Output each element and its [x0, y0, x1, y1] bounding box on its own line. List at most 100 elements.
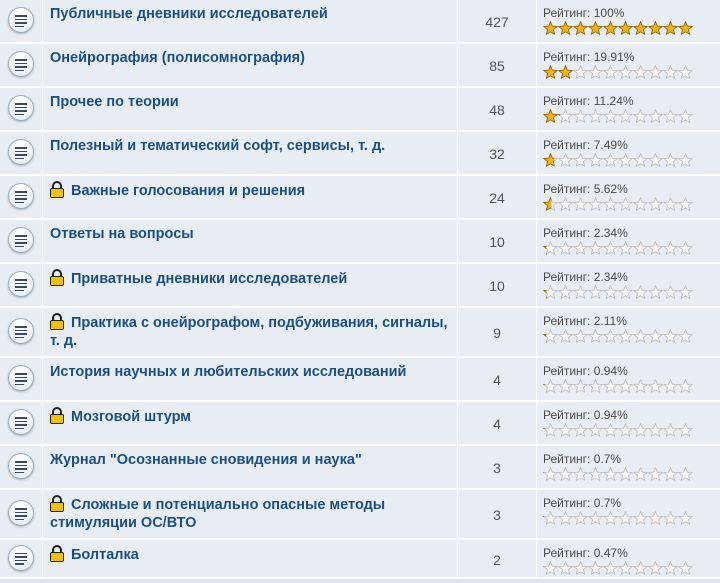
forum-title-cell: Мозговой штурм [43, 402, 458, 444]
topic-count: 9 [458, 308, 537, 356]
star-icon [603, 467, 618, 481]
star-icon [558, 467, 573, 481]
rating-text: Рейтинг: 100% [543, 6, 720, 20]
star-icon [678, 329, 693, 343]
rating-stars [543, 511, 720, 525]
rating-text: Рейтинг: 2.34% [543, 226, 720, 240]
star-icon [573, 153, 588, 167]
forum-row: Прочее по теории 48 Рейтинг: 11.24% [0, 88, 720, 132]
forum-title-link[interactable]: Сложные и потенциально опасные методы ст… [50, 497, 385, 531]
star-icon [618, 65, 633, 79]
star-icon [618, 153, 633, 167]
star-icon [603, 379, 618, 393]
rating-percent: 5.62% [593, 182, 628, 196]
topic-count: 48 [458, 88, 537, 130]
star-icon [588, 65, 603, 79]
star-icon [633, 241, 648, 255]
star-icon [603, 285, 618, 299]
star-icon [648, 241, 663, 255]
star-icon [603, 153, 618, 167]
forum-title-cell: Важные голосования и решения [43, 176, 458, 218]
star-icon [543, 423, 558, 437]
star-icon [558, 197, 573, 211]
star-icon [663, 423, 678, 437]
rating-label: Рейтинг: [543, 6, 594, 20]
forum-row: Журнал "Осознанные сновидения и наука" 3… [0, 446, 720, 490]
rating-label: Рейтинг: [543, 182, 594, 196]
star-icon [573, 109, 588, 123]
star-icon [618, 423, 633, 437]
topic-count: 4 [458, 358, 537, 400]
forum-title-link[interactable]: Мозговой штурм [71, 409, 191, 425]
forum-title-link[interactable]: Публичные дневники исследователей [50, 6, 328, 22]
star-icon [678, 241, 693, 255]
rating-cell: Рейтинг: 0.7% [537, 490, 720, 538]
star-icon [588, 561, 603, 575]
rating-cell: Рейтинг: 5.62% [537, 176, 720, 218]
star-icon [603, 21, 618, 35]
forum-title-cell: Публичные дневники исследователей [43, 0, 458, 42]
forum-row: Ответы на вопросы 10 Рейтинг: 2.34% [0, 220, 720, 264]
lock-icon [50, 181, 64, 198]
rating-label: Рейтинг: [543, 452, 594, 466]
lock-icon [50, 313, 64, 330]
star-icon [618, 21, 633, 35]
star-icon [648, 423, 663, 437]
star-icon [633, 21, 648, 35]
forum-title-link[interactable]: Онейрография (полисомнография) [50, 50, 305, 66]
star-icon [573, 329, 588, 343]
star-icon [678, 423, 693, 437]
star-icon [543, 109, 558, 123]
star-icon [588, 379, 603, 393]
rating-percent: 100% [593, 6, 625, 20]
topic-icon-cell [0, 540, 43, 577]
star-icon [633, 153, 648, 167]
rating-percent: 11.24% [593, 94, 634, 108]
star-icon [543, 65, 558, 79]
forum-title-link[interactable]: История научных и любительских исследова… [50, 364, 406, 380]
star-icon [558, 379, 573, 393]
topic-document-icon [8, 139, 34, 165]
topic-count: 10 [458, 220, 537, 262]
star-icon [678, 561, 693, 575]
forum-row: Практика с онейрографом, подбуживания, с… [0, 308, 720, 358]
star-icon [573, 197, 588, 211]
rating-stars [543, 65, 720, 79]
star-icon [633, 467, 648, 481]
rating-cell: Рейтинг: 11.24% [537, 88, 720, 130]
topic-document-icon [8, 51, 34, 77]
star-icon [618, 467, 633, 481]
star-icon [588, 467, 603, 481]
star-icon [588, 197, 603, 211]
rating-stars [543, 467, 720, 481]
topic-count: 10 [458, 264, 537, 306]
star-icon [558, 65, 573, 79]
star-icon [573, 467, 588, 481]
rating-percent: 0.47% [593, 546, 628, 560]
star-icon [618, 197, 633, 211]
forum-title-link[interactable]: Ответы на вопросы [50, 226, 194, 242]
rating-text: Рейтинг: 19.91% [543, 50, 720, 64]
forum-title-link[interactable]: Прочее по теории [50, 94, 179, 110]
topic-count: 2 [458, 540, 537, 577]
forum-title-link[interactable]: Приватные дневники исследователей [71, 271, 347, 287]
star-icon [543, 153, 558, 167]
forum-title-link[interactable]: Важные голосования и решения [71, 183, 305, 199]
topic-icon-cell [0, 308, 43, 356]
star-icon [648, 153, 663, 167]
rating-text: Рейтинг: 5.62% [543, 182, 720, 196]
forum-title-link[interactable]: Журнал "Осознанные сновидения и наука" [50, 452, 362, 468]
forum-title-link[interactable]: Практика с онейрографом, подбуживания, с… [50, 315, 448, 349]
forum-row: Важные голосования и решения 24 Рейтинг:… [0, 176, 720, 220]
rating-label: Рейтинг: [543, 314, 594, 328]
star-icon [603, 329, 618, 343]
forum-title-link[interactable]: Полезный и тематический софт, сервисы, т… [50, 138, 385, 154]
topic-document-icon [8, 544, 34, 571]
rating-text: Рейтинг: 11.24% [543, 94, 720, 108]
star-icon [633, 329, 648, 343]
rating-label: Рейтинг: [543, 546, 594, 560]
star-icon [543, 197, 558, 211]
rating-text: Рейтинг: 0.94% [543, 408, 720, 422]
forum-title-link[interactable]: Болталка [71, 547, 139, 563]
star-icon [558, 21, 573, 35]
